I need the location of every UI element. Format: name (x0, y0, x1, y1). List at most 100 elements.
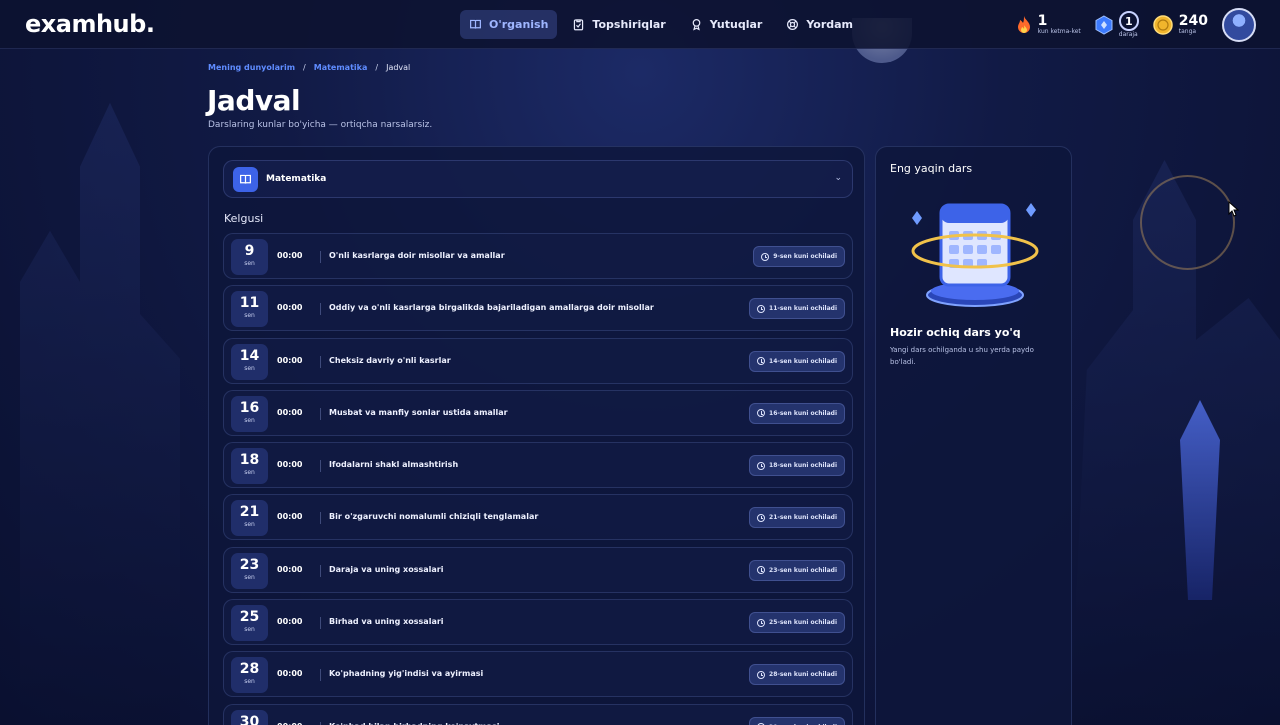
breadcrumb-current: Jadval (386, 63, 411, 72)
lesson-day: 16 (239, 399, 260, 416)
empty-state-title: Hozir ochiq dars yo'q (890, 326, 1021, 339)
crystal-decoration (1180, 400, 1220, 600)
lesson-opens-text: 18-sen kuni ochiladi (769, 462, 837, 470)
lesson-date: 16 sen (231, 395, 268, 432)
book-icon (470, 19, 481, 29)
astrolabe-decoration (1140, 175, 1235, 270)
user-avatar[interactable] (1222, 8, 1256, 42)
breadcrumb-subject-link[interactable]: Matematika (314, 63, 368, 72)
nav-item-learn[interactable]: O'rganish (460, 10, 558, 39)
top-navbar: examhub. O'rganish Topshiriqlar Yutuqlar… (0, 0, 1280, 49)
lesson-time: 00:00 (277, 460, 322, 473)
subject-selector[interactable]: Matematika ⌄ (223, 160, 853, 198)
lesson-opens-badge: 23-sen kuni ochiladi (749, 559, 845, 581)
streak-stat[interactable]: 1 kun ketma-ket (1016, 14, 1081, 36)
lesson-title: Musbat va manfiy sonlar ustida amallar (329, 407, 508, 417)
clock-icon (757, 461, 766, 470)
clock-icon (757, 513, 766, 522)
nav-item-label: O'rganish (489, 18, 549, 31)
lesson-row[interactable]: 30sen00:00Ko'phad bilan birhadning ko'pa… (223, 703, 853, 725)
streak-value: 1 (1037, 13, 1048, 29)
subject-book-icon (233, 167, 258, 192)
lesson-date: 25 sen (231, 605, 268, 642)
empty-state-text: Yangi dars ochilganda u shu yerda paydo … (890, 346, 1034, 366)
castle-left-decoration (20, 102, 180, 725)
lesson-title: Ko'phadning yig'indisi va ayirmasi (329, 669, 484, 679)
lesson-weekday: sen (244, 678, 255, 686)
lesson-row[interactable]: 16 sen 00:00 Musbat va manfiy sonlar ustida… (223, 389, 853, 436)
lesson-opens-badge: 25-sen kuni ochiladi (749, 612, 845, 634)
coins-stat[interactable]: 240 tanga (1153, 14, 1208, 36)
lesson-time: 00:00 (277, 303, 322, 316)
level-caption: daraja (1118, 31, 1138, 38)
next-lesson-panel: Eng yaqin dars Hozir ochiq dars yo'q Yan… (875, 146, 1072, 725)
lesson-title: Bir o'zgaruvchi nomalumli chiziqli tengl… (329, 512, 539, 522)
nav-item-help[interactable]: Yordam (777, 10, 862, 39)
lesson-weekday: sen (244, 521, 255, 529)
lesson-time: 00:00 (277, 669, 322, 682)
level-stat[interactable]: 1 daraja (1095, 11, 1139, 39)
page-title: Jadval (207, 84, 301, 117)
lesson-time: 00:00 (277, 617, 322, 630)
next-lesson-title: Eng yaqin dars (890, 162, 973, 175)
lesson-row[interactable]: 28 sen 00:00 Ko'phadning yig'indisi va ayir… (223, 651, 853, 698)
lesson-weekday: sen (244, 626, 255, 634)
lesson-day: 23 (239, 556, 260, 573)
lesson-day: 28 (239, 661, 260, 678)
lesson-weekday: sen (244, 573, 255, 581)
lesson-row[interactable]: 14 sen 00:00 Cheksiz davriy o'nli kasrlar 14… (223, 337, 853, 384)
lesson-weekday: sen (244, 416, 255, 424)
lesson-row[interactable]: 18 sen 00:00 Ifodalarni shakl almashtirish 1… (223, 442, 853, 489)
coin-icon (1153, 15, 1173, 35)
lesson-weekday: sen (244, 469, 255, 477)
lesson-day: 30 (239, 713, 260, 725)
lesson-row[interactable]: 23 sen 00:00 Daraja va uning xossalari 23-se… (223, 546, 853, 593)
lesson-time: 00:00 (277, 407, 322, 420)
lesson-day: 11 (239, 295, 260, 312)
lesson-opens-badge: 14-sen kuni ochiladi (749, 350, 845, 372)
breadcrumb-world-link[interactable]: Mening dunyolarim (208, 63, 295, 72)
lesson-row[interactable]: 21 sen 00:00 Bir o'zgaruvchi nomalumli chiz… (223, 494, 853, 541)
gem-icon (1095, 15, 1113, 35)
user-stats: 1 kun ketma-ket 1 daraja 240 tanga (1016, 8, 1256, 42)
castle-right-decoration (1070, 160, 1280, 725)
lesson-day: 9 (244, 243, 255, 259)
app-logo[interactable]: examhub. (25, 10, 155, 38)
lesson-title: Cheksiz davriy o'nli kasrlar (329, 355, 451, 365)
page-subtitle: Darslaring kunlar bo'yicha — ortiqcha na… (208, 120, 433, 130)
lesson-weekday: sen (244, 364, 255, 372)
lesson-opens-text: 16-sen kuni ochiladi (769, 409, 837, 417)
trophy-icon (692, 19, 701, 31)
lesson-date: 28 sen (231, 657, 268, 694)
lesson-row[interactable]: 25 sen 00:00 Birhad va uning xossalari 25-se… (223, 599, 853, 646)
lesson-row[interactable]: 11 sen 00:00 Oddiy va o'nli kasrlarga birga… (223, 285, 853, 332)
lesson-day: 18 (239, 452, 260, 469)
clock-icon (757, 409, 766, 418)
coins-value: 240 (1178, 13, 1208, 29)
lesson-day: 14 (239, 347, 260, 364)
breadcrumb: Mening dunyolarim / Matematika / Jadval (208, 63, 410, 72)
clock-icon (757, 357, 766, 366)
lesson-title: Birhad va uning xossalari (329, 617, 444, 627)
lesson-weekday: sen (244, 312, 255, 320)
lesson-opens-badge: 16-sen kuni ochiladi (749, 402, 845, 424)
lesson-opens-badge: 11-sen kuni ochiladi (749, 298, 845, 320)
nav-item-tasks[interactable]: Topshiriqlar (563, 10, 674, 39)
clock-icon (757, 566, 766, 575)
breadcrumb-separator: / (303, 63, 306, 72)
lesson-date: 9 sen (231, 239, 268, 275)
main-nav: O'rganish Topshiriqlar Yutuqlar Yordam (460, 10, 862, 39)
lesson-opens-text: 11-sen kuni ochiladi (769, 305, 837, 313)
calendar-illustration-icon (911, 203, 1039, 307)
nav-item-achievements[interactable]: Yutuqlar (681, 10, 772, 39)
flame-icon (1017, 16, 1030, 33)
subject-name: Matematika (266, 174, 327, 184)
coins-caption: tanga (1178, 28, 1197, 35)
lesson-title: O'nli kasrlarga doir misollar va amallar (329, 251, 505, 260)
lesson-date: 21 sen (231, 500, 268, 537)
lesson-row[interactable]: 9 sen 00:00 O'nli kasrlarga doir misollar v… (223, 233, 853, 279)
nav-item-label: Yordam (806, 18, 854, 31)
chevron-down-icon: ⌄ (834, 173, 842, 183)
breadcrumb-separator: / (375, 63, 379, 72)
lesson-time: 00:00 (277, 251, 322, 263)
